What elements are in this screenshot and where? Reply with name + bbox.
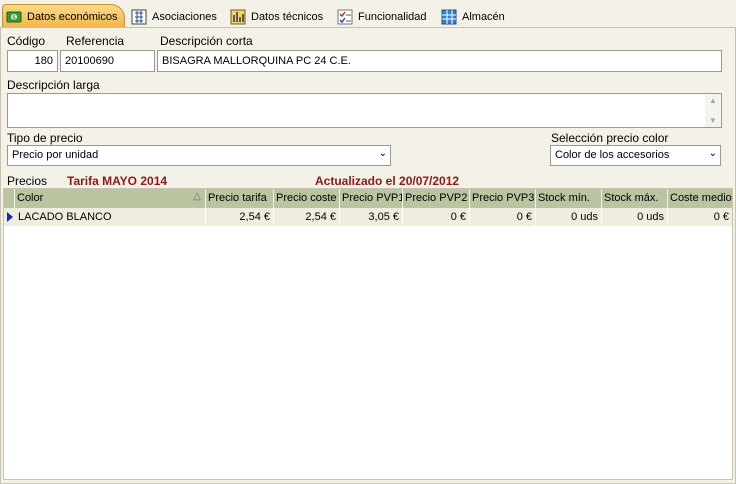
cell-precio-tarifa[interactable]: 2,54 € <box>206 208 274 226</box>
chevron-down-icon[interactable]: ⌄ <box>379 148 387 159</box>
descripcion-larga-field[interactable]: ▲ ▼ <box>7 93 722 128</box>
technical-icon <box>230 9 246 25</box>
referencia-label: Referencia <box>66 34 125 48</box>
tarifa-label: Tarifa MAYO 2014 <box>67 174 168 188</box>
cell-stock-max[interactable]: 0 uds <box>602 208 668 226</box>
descripcion-corta-label: Descripción corta <box>160 34 253 48</box>
column-header-precio-tarifa[interactable]: Precio tarifa <box>206 189 274 208</box>
tab-label: Funcionalidad <box>358 10 427 23</box>
seleccion-precio-color-select[interactable]: Color de los accesorios ⌄ <box>550 145 721 166</box>
column-header-coste-medio[interactable]: Coste medio <box>668 189 732 208</box>
header-indicator <box>4 189 15 208</box>
tipo-precio-value: Precio por unidad <box>12 149 99 161</box>
grid-header: Color △ Precio tarifa Precio coste Preci… <box>4 189 732 208</box>
codigo-label: Código <box>7 34 46 48</box>
descripcion-larga-label: Descripción larga <box>7 78 100 92</box>
descripcion-corta-field[interactable]: BISAGRA MALLORQUINA PC 24 C.E. <box>157 50 722 72</box>
tab-label: Datos económicos <box>27 10 118 23</box>
money-icon: $ <box>6 9 22 25</box>
svg-text:$: $ <box>12 14 16 21</box>
seleccion-precio-color-label: Selección precio color <box>551 131 669 145</box>
row-indicator <box>4 208 15 226</box>
column-header-precio-coste[interactable]: Precio coste <box>274 189 340 208</box>
referencia-field[interactable]: 20100690 <box>60 50 155 72</box>
actualizado-label: Actualizado el 20/07/2012 <box>315 174 460 188</box>
cell-color[interactable]: LACADO BLANCO <box>15 208 206 226</box>
tab-datos-economicos[interactable]: $ Datos económicos <box>2 4 125 28</box>
scroll-down-icon[interactable]: ▼ <box>709 116 717 125</box>
tab-datos-tecnicos[interactable]: Datos técnicos <box>230 5 323 28</box>
scroll-up-icon[interactable]: ▲ <box>709 96 717 105</box>
column-header-stock-min[interactable]: Stock mín. <box>536 189 602 208</box>
tipo-precio-label: Tipo de precio <box>7 131 83 145</box>
tab-funcionalidad[interactable]: Funcionalidad <box>337 5 427 28</box>
cell-stock-min[interactable]: 0 uds <box>536 208 602 226</box>
hierarchy-icon <box>131 9 147 25</box>
column-header-precio-pvp2[interactable]: Precio PVP2 <box>403 189 470 208</box>
chevron-down-icon[interactable]: ⌄ <box>709 148 717 159</box>
warehouse-icon <box>441 9 457 25</box>
column-header-precio-pvp3[interactable]: Precio PVP3 <box>470 189 536 208</box>
tab-bar: $ Datos económicos Asociaciones Datos té… <box>0 0 736 28</box>
tipo-precio-select[interactable]: Precio por unidad ⌄ <box>7 145 391 166</box>
cell-precio-pvp2[interactable]: 0 € <box>403 208 470 226</box>
cell-coste-medio[interactable]: 0 € <box>668 208 732 226</box>
descripcion-larga-scrollbar[interactable]: ▲ ▼ <box>705 94 721 127</box>
sort-asc-icon: △ <box>193 191 201 202</box>
checklist-icon <box>337 9 353 25</box>
cell-precio-pvp3[interactable]: 0 € <box>470 208 536 226</box>
seleccion-precio-color-value: Color de los accesorios <box>555 149 670 161</box>
column-header-color[interactable]: Color △ <box>15 189 206 208</box>
cell-precio-pvp1[interactable]: 3,05 € <box>340 208 403 226</box>
tab-label: Almacén <box>462 10 505 23</box>
table-row[interactable]: LACADO BLANCO 2,54 € 2,54 € 3,05 € 0 € 0… <box>4 208 732 226</box>
column-header-precio-pvp1[interactable]: Precio PVP1 <box>340 189 403 208</box>
cell-precio-coste[interactable]: 2,54 € <box>274 208 340 226</box>
tab-asociaciones[interactable]: Asociaciones <box>131 5 217 28</box>
current-row-arrow-icon <box>7 212 13 222</box>
tab-almacen[interactable]: Almacén <box>441 5 505 28</box>
precios-label: Precios <box>7 174 48 188</box>
column-header-stock-max[interactable]: Stock máx. <box>602 189 668 208</box>
codigo-field[interactable]: 180 <box>7 50 58 72</box>
tab-label: Asociaciones <box>152 10 217 23</box>
tab-label: Datos técnicos <box>251 10 324 23</box>
prices-grid: Color △ Precio tarifa Precio coste Preci… <box>3 188 733 480</box>
